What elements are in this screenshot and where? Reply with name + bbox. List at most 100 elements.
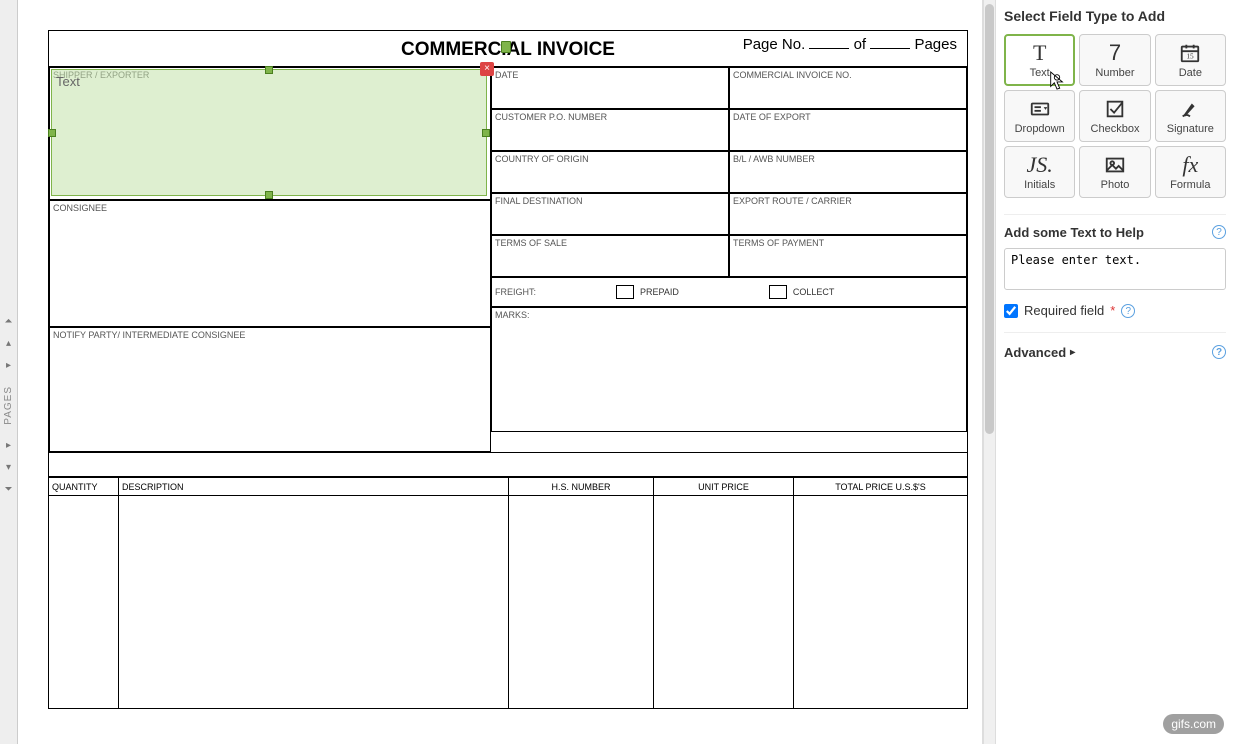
pages-rail: ⏶ ▴ ▸ PAGES ▸ ▾ ⏷ [0, 0, 18, 744]
marks-cell: MARKS: [491, 307, 967, 432]
terms-pay-label: TERMS OF PAYMENT [733, 238, 824, 248]
freight-cell: FREIGHT: PREPAID COLLECT [491, 277, 967, 307]
dropdown-icon [1029, 97, 1051, 121]
field-type-date[interactable]: 15 Date [1155, 34, 1226, 86]
notify-label: NOTIFY PARTY/ INTERMEDIATE CONSIGNEE [53, 330, 245, 340]
hdr-hs: H.S. NUMBER [509, 478, 653, 496]
required-label: Required field [1024, 303, 1104, 318]
resize-handle-w[interactable] [48, 129, 56, 137]
field-type-date-label: Date [1179, 67, 1202, 79]
field-type-checkbox[interactable]: Checkbox [1079, 90, 1150, 142]
final-dest-cell: FINAL DESTINATION [491, 193, 729, 235]
advanced-toggle[interactable]: Advanced ▸ ? [1004, 332, 1226, 360]
date-cell: DATE [491, 67, 729, 109]
field-type-checkbox-label: Checkbox [1091, 123, 1140, 135]
required-row: Required field * ? [1004, 303, 1226, 318]
field-type-initials-label: Initials [1024, 179, 1055, 191]
terms-sale-cell: TERMS OF SALE [491, 235, 729, 277]
col-total-price: TOTAL PRICE U.S.$'S [794, 478, 967, 708]
collect-checkbox[interactable] [769, 285, 787, 299]
rail-label: PAGES [3, 386, 14, 425]
page-no-text: Page No. [743, 36, 806, 53]
route-label: EXPORT ROUTE / CARRIER [733, 196, 852, 206]
advanced-help-icon[interactable]: ? [1212, 345, 1226, 359]
field-type-number[interactable]: 7 Number [1079, 34, 1150, 86]
resize-handle-n[interactable] [265, 66, 273, 74]
rail-down-icon[interactable]: ▾ [2, 461, 16, 475]
prepaid-label: PREPAID [640, 287, 679, 297]
prepaid-checkbox[interactable] [616, 285, 634, 299]
delete-field-button[interactable]: × [480, 62, 494, 76]
route-cell: EXPORT ROUTE / CARRIER [729, 193, 967, 235]
field-type-formula[interactable]: fx Formula [1155, 146, 1226, 198]
consignee-label: CONSIGNEE [53, 203, 107, 213]
hdr-description: DESCRIPTION [119, 478, 508, 496]
required-help-icon[interactable]: ? [1121, 304, 1135, 318]
awb-label: B/L / AWB NUMBER [733, 154, 815, 164]
advanced-label: Advanced [1004, 345, 1066, 360]
document-page[interactable]: COMMERCIAL INVOICE Page No. of Pages SHI… [48, 30, 968, 709]
origin-cell: COUNTRY OF ORIGIN [491, 151, 729, 193]
vertical-scrollbar[interactable] [983, 0, 995, 744]
canvas: COMMERCIAL INVOICE Page No. of Pages SHI… [18, 0, 995, 744]
date-label: DATE [495, 70, 518, 80]
divider-strip [49, 452, 967, 478]
page-header: COMMERCIAL INVOICE Page No. of Pages [49, 31, 967, 67]
field-type-dropdown[interactable]: Dropdown [1004, 90, 1075, 142]
field-type-initials[interactable]: JS. Initials [1004, 146, 1075, 198]
selected-text-field[interactable]: Text × [51, 69, 487, 196]
field-type-text[interactable]: T Text [1004, 34, 1075, 86]
panel-title: Select Field Type to Add [1004, 8, 1226, 24]
freight-collect: COLLECT [769, 285, 835, 299]
rail-up-icon[interactable]: ▴ [2, 336, 16, 350]
po-label: CUSTOMER P.O. NUMBER [495, 112, 607, 122]
resize-handle-s[interactable] [265, 191, 273, 199]
field-type-photo[interactable]: Photo [1079, 146, 1150, 198]
items-table: QUANTITY DESCRIPTION H.S. NUMBER UNIT PR… [49, 478, 967, 708]
field-type-number-label: Number [1095, 67, 1134, 79]
canvas-viewport[interactable]: COMMERCIAL INVOICE Page No. of Pages SHI… [18, 0, 983, 744]
rail-expand-icon[interactable]: ▸ [2, 358, 16, 372]
po-cell: CUSTOMER P.O. NUMBER [491, 109, 729, 151]
text-icon: T [1033, 41, 1046, 65]
rail-last-icon[interactable]: ⏷ [2, 483, 16, 497]
notify-cell: NOTIFY PARTY/ INTERMEDIATE CONSIGNEE [49, 327, 491, 452]
pages-blank [870, 35, 910, 49]
terms-pay-cell: TERMS OF PAYMENT [729, 235, 967, 277]
consignee-cell: CONSIGNEE [49, 200, 491, 327]
col-quantity: QUANTITY [49, 478, 119, 708]
number-icon: 7 [1109, 41, 1121, 65]
final-dest-label: FINAL DESTINATION [495, 196, 583, 206]
rail-first-icon[interactable]: ⏶ [2, 314, 16, 328]
scrollbar-thumb[interactable] [985, 4, 994, 434]
calendar-icon: 15 [1179, 41, 1201, 65]
help-icon[interactable]: ? [1212, 225, 1226, 239]
invoice-no-label: COMMERCIAL INVOICE NO. [733, 70, 852, 80]
col-description: DESCRIPTION [119, 478, 509, 708]
svg-text:15: 15 [1187, 52, 1195, 61]
required-star-icon: * [1110, 303, 1115, 318]
of-text: of [854, 36, 867, 53]
resize-handle-icon[interactable] [501, 41, 511, 53]
collect-label: COLLECT [793, 287, 835, 297]
help-text-input[interactable] [1004, 248, 1226, 290]
help-text-section: Add some Text to Help ? Required field *… [1004, 214, 1226, 318]
field-type-formula-label: Formula [1170, 179, 1210, 191]
field-type-dropdown-label: Dropdown [1015, 123, 1065, 135]
col-unit-price: UNIT PRICE [654, 478, 794, 708]
origin-label: COUNTRY OF ORIGIN [495, 154, 589, 164]
field-type-signature[interactable]: Signature [1155, 90, 1226, 142]
properties-panel: Select Field Type to Add T Text 7 Number… [995, 0, 1234, 744]
hdr-tp: TOTAL PRICE U.S.$'S [794, 478, 967, 496]
watermark: gifs.com [1163, 714, 1224, 734]
date-export-cell: DATE OF EXPORT [729, 109, 967, 151]
page-number-label: Page No. of Pages [743, 35, 957, 53]
required-checkbox[interactable] [1004, 304, 1018, 318]
hdr-quantity: QUANTITY [49, 478, 118, 496]
chevron-right-icon: ▸ [1070, 347, 1075, 358]
invoice-no-cell: COMMERCIAL INVOICE NO. [729, 67, 967, 109]
freight-label: FREIGHT: [495, 287, 536, 297]
rail-expand2-icon[interactable]: ▸ [2, 439, 16, 453]
signature-icon [1179, 97, 1201, 121]
resize-handle-e[interactable] [482, 129, 490, 137]
